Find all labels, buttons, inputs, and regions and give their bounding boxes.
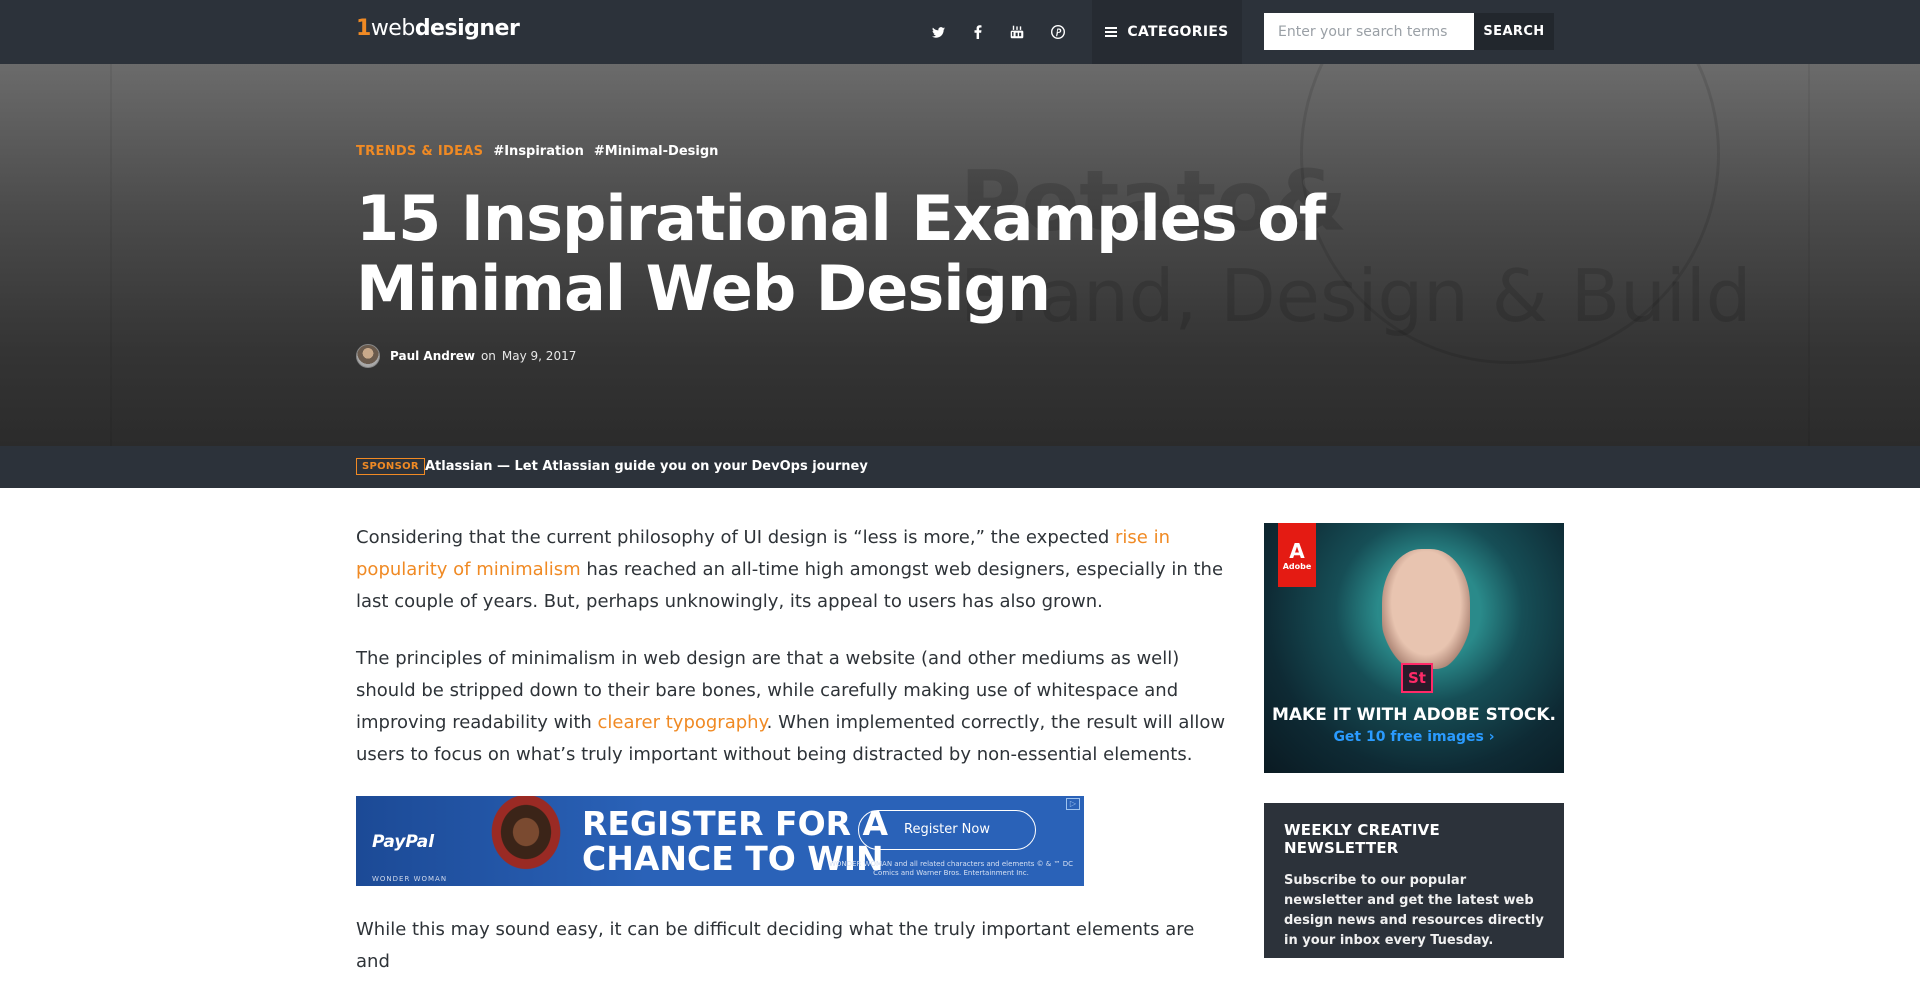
logo-one: 1 (356, 16, 371, 41)
twitter-icon[interactable] (926, 20, 950, 44)
sponsor-link[interactable]: Atlassian — Let Atlassian guide you on y… (425, 459, 868, 474)
categories-label: CATEGORIES (1127, 24, 1229, 40)
sponsor-badge: SPONSOR (356, 458, 425, 475)
logo-designer: designer (414, 16, 520, 41)
newsletter-widget: WEEKLY CREATIVE NEWSLETTER Subscribe to … (1264, 803, 1564, 958)
ad-cta-link[interactable]: Get 10 free images › (1264, 729, 1564, 745)
categories-button[interactable]: CATEGORIES (1092, 0, 1242, 64)
logo-web: web (370, 16, 416, 41)
banner-fine-print: WONDER WOMAN and all related characters … (828, 860, 1073, 877)
paragraph-1: Considering that the current philosophy … (356, 522, 1226, 618)
register-now-button[interactable]: Register Now (858, 810, 1036, 850)
author-name[interactable]: Paul Andrew (390, 349, 475, 363)
facebook-icon[interactable] (966, 20, 990, 44)
site-logo[interactable]: 1 web designer (356, 16, 520, 48)
tag-link-minimal-design[interactable]: #Minimal-Design (594, 144, 719, 159)
paypal-logo: PayPal (372, 832, 435, 852)
social-links (926, 20, 950, 44)
adobe-logo: A Adobe (1278, 523, 1316, 587)
sponsor-bar: SPONSOR Atlassian — Let Atlassian guide … (0, 446, 1920, 488)
top-navigation: 1 web designer CATEGORIES SEARCH (0, 0, 1920, 64)
paragraph-1-text-a: Considering that the current philosophy … (356, 527, 1115, 548)
newsletter-description: Subscribe to our popular newsletter and … (1284, 873, 1544, 948)
adobe-brand-text: Adobe (1282, 561, 1312, 571)
paragraph-3: While this may sound easy, it can be dif… (356, 919, 1195, 972)
menu-icon (1105, 27, 1118, 37)
pinterest-icon[interactable] (1046, 20, 1070, 44)
paypal-banner-ad[interactable]: PayPal WONDER WOMAN REGISTER FOR A CHANC… (356, 796, 1084, 886)
byline-on: on (480, 349, 496, 363)
article-categories: TRENDS & IDEAS #Inspiration #Minimal-Des… (356, 144, 718, 159)
youtube-icon[interactable] (1005, 20, 1029, 44)
social-links-yt (1005, 20, 1029, 44)
wonder-woman-image (476, 796, 576, 886)
publish-date: May 9, 2017 (501, 349, 577, 363)
adobe-a-icon: A (1289, 538, 1305, 563)
article-body: Considering that the current philosophy … (356, 522, 1226, 1003)
wonder-woman-text: WONDER WOMAN (372, 875, 448, 883)
ad-model-image (1382, 549, 1470, 669)
article-hero: Potato& Brand, Design & Build TRENDS & I… (0, 64, 1920, 446)
article-byline: Paul Andrew on May 9, 2017 (356, 344, 576, 368)
adchoices-icon[interactable]: ▷ (1066, 798, 1080, 810)
newsletter-title: WEEKLY CREATIVE NEWSLETTER (1284, 821, 1440, 857)
article-title: 15 Inspirational Examples of Minimal Web… (356, 182, 1326, 325)
social-links-fb (966, 20, 990, 44)
paragraph-2: The principles of minimalism in web desi… (356, 643, 1226, 771)
link-clearer-typography[interactable]: clearer typography (598, 712, 767, 733)
search-button[interactable]: SEARCH (1474, 13, 1554, 50)
social-links-pin (1046, 20, 1070, 44)
search-form: SEARCH (1264, 13, 1554, 50)
banner-headline-line-1: REGISTER FOR A (582, 804, 889, 843)
category-link[interactable]: TRENDS & IDEAS (356, 144, 483, 159)
author-avatar[interactable] (356, 344, 380, 368)
ad-headline: MAKE IT WITH ADOBE STOCK. (1271, 705, 1557, 725)
adobe-stock-ad[interactable]: A Adobe St MAKE IT WITH ADOBE STOCK. Get… (1264, 523, 1564, 773)
search-input[interactable] (1264, 13, 1474, 50)
tag-link-inspiration[interactable]: #Inspiration (493, 144, 584, 159)
adobe-stock-icon: St (1401, 663, 1433, 693)
